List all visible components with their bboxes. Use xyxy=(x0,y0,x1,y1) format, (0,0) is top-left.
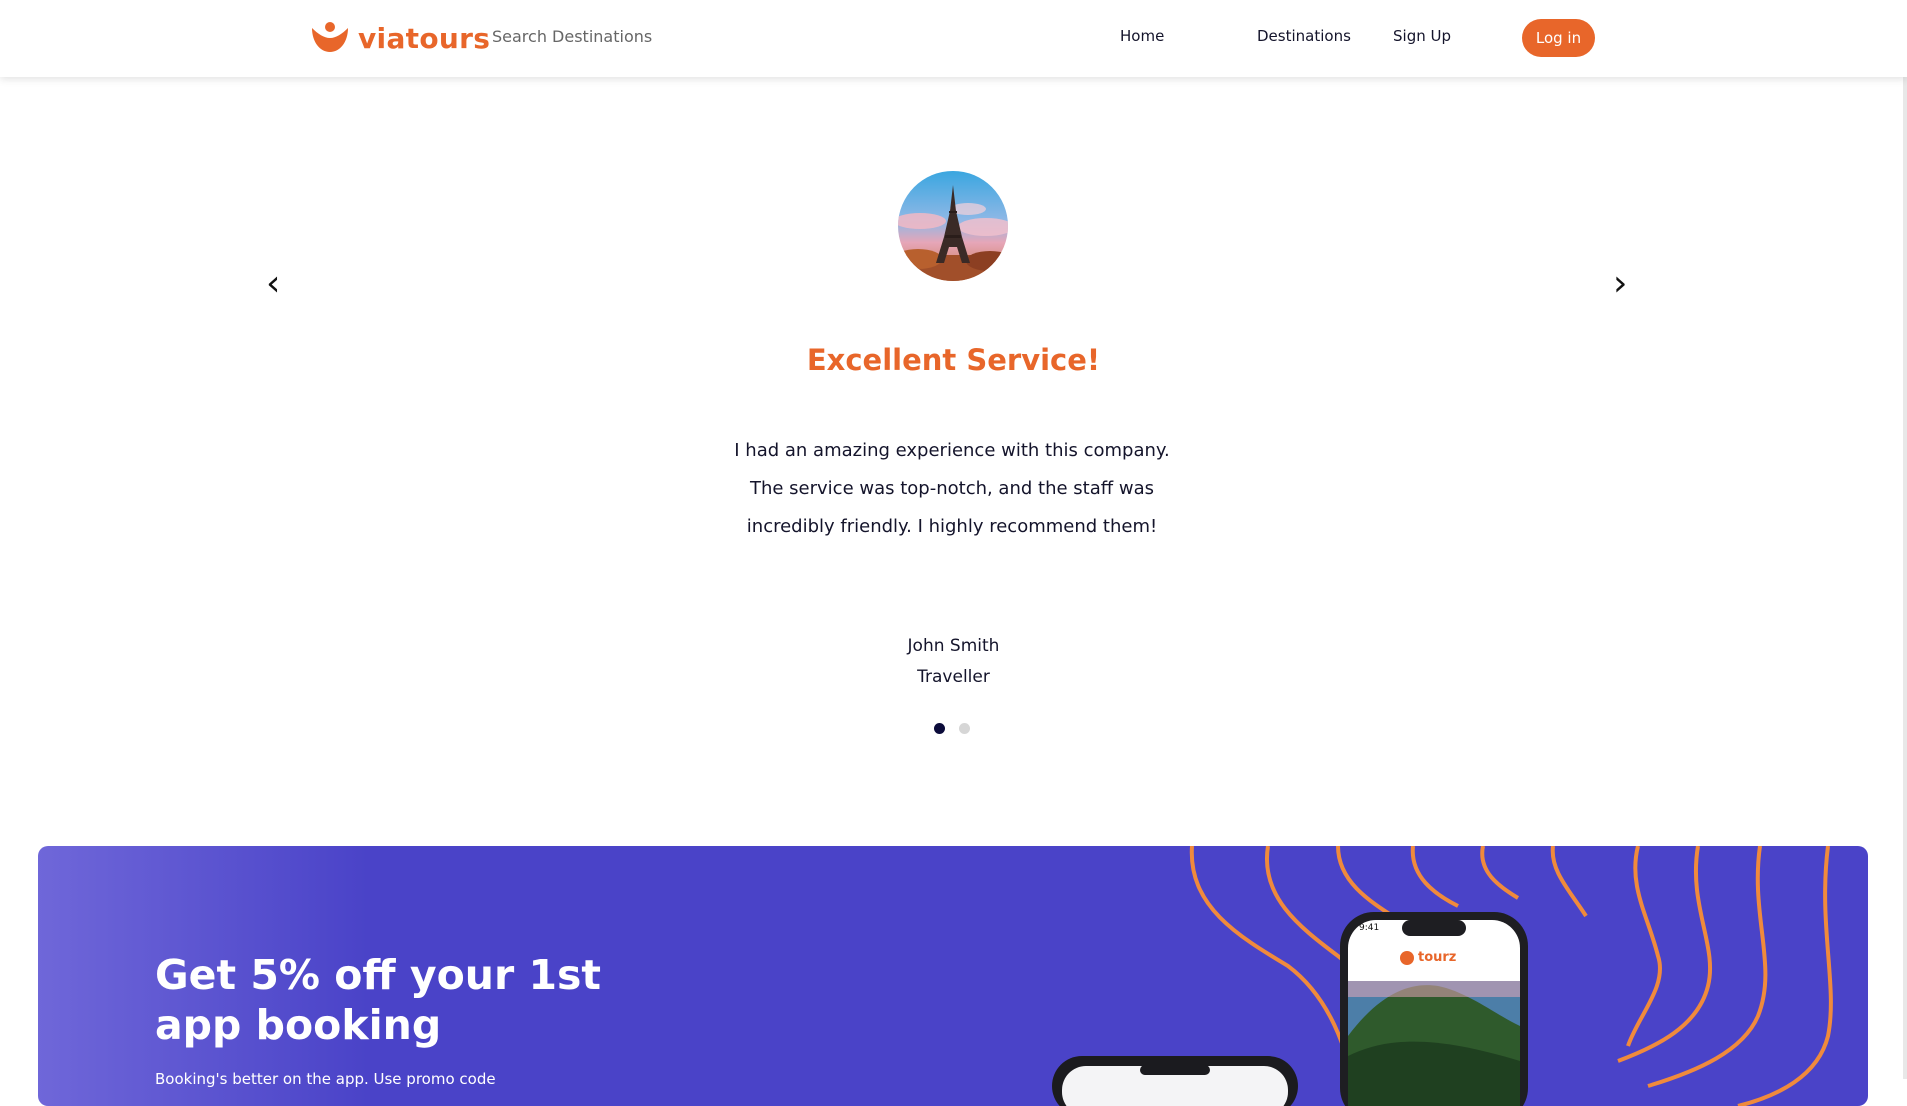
nav-home-link[interactable]: Home xyxy=(1120,27,1164,45)
brand-logo[interactable]: viatours xyxy=(308,20,490,56)
testimonial-text: I had an amazing experience with this co… xyxy=(734,440,1170,537)
carousel-next-button[interactable]: › xyxy=(1613,262,1627,306)
logo-icon xyxy=(312,22,348,52)
promo-subtitle: Booking's better on the app. Use promo c… xyxy=(155,1070,496,1088)
phone-app-logo: tourz xyxy=(1400,950,1456,965)
carousel-dots xyxy=(934,723,970,734)
testimonial-title: Excellent Service! xyxy=(806,343,1101,377)
login-button[interactable]: Log in xyxy=(1522,19,1595,57)
chevron-left-icon: ‹ xyxy=(266,263,281,304)
app-promo-banner: 9:41 tourz Get 5% off your 1st app booki… xyxy=(38,846,1868,1106)
tourz-logo-icon xyxy=(1400,950,1414,965)
testimonial-avatar xyxy=(898,171,1008,281)
carousel-prev-button[interactable]: ‹ xyxy=(266,262,280,306)
phone-status-time: 9:41 xyxy=(1359,923,1380,933)
eiffel-tower-image xyxy=(898,171,1008,281)
scrollbar-track[interactable] xyxy=(1903,0,1907,1079)
search-input[interactable] xyxy=(490,22,694,50)
testimonial-author-name: John Smith xyxy=(907,636,1000,656)
carousel-dot-2[interactable] xyxy=(959,723,970,734)
promo-title: Get 5% off your 1st app booking xyxy=(155,951,601,1049)
phone-app-brand: tourz xyxy=(1418,950,1457,965)
testimonial-author-role: Traveller xyxy=(917,667,990,687)
carousel-dot-1[interactable] xyxy=(934,723,945,734)
top-navbar: viatours Home Destinations Sign Up Log i… xyxy=(0,0,1907,77)
nav-signup-link[interactable]: Sign Up xyxy=(1393,27,1451,45)
nav-destinations-link[interactable]: Destinations xyxy=(1257,27,1351,45)
brand-name: viatours xyxy=(358,21,491,55)
chevron-right-icon: › xyxy=(1613,263,1628,304)
